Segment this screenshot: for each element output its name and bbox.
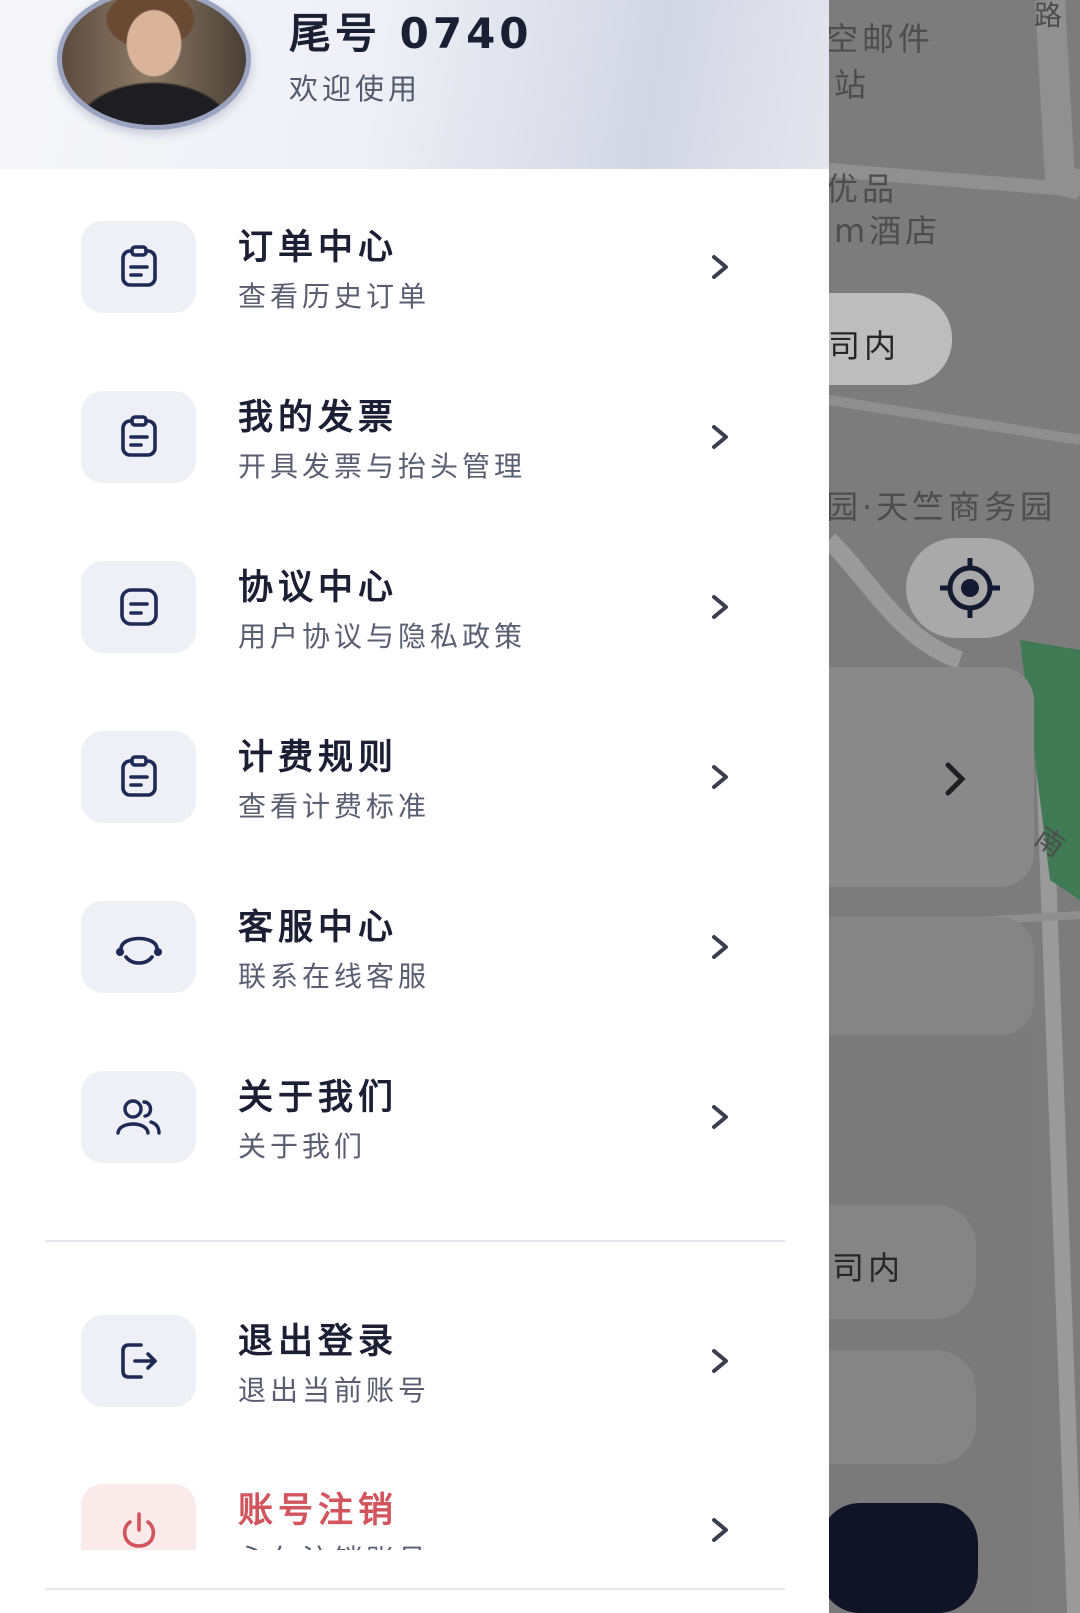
menu-item-logout[interactable]: 退出登录 退出当前账号 (0, 1301, 829, 1421)
menu-item-pricing[interactable]: 计费规则 查看计费标准 (0, 717, 829, 837)
menu-item-orders[interactable]: 订单中心 查看历史订单 (0, 207, 829, 327)
menu-item-desc: 开具发票与抬头管理 (238, 450, 527, 483)
chevron-right-icon (702, 757, 738, 797)
menu-item-title: 客服中心 (238, 908, 399, 948)
power-icon (122, 1512, 155, 1548)
menu-divider (45, 1588, 785, 1590)
menu-item-desc: 联系在线客服 (238, 960, 431, 993)
menu-item-title: 我的发票 (238, 398, 399, 438)
map-label: 站 (834, 66, 871, 104)
welcome-text: 欢迎使用 (289, 72, 422, 106)
menu-item-about[interactable]: 关于我们 关于我们 (0, 1057, 829, 1177)
chevron-right-icon (702, 1510, 738, 1550)
avatar[interactable] (57, 0, 251, 130)
menu-item-title: 计费规则 (238, 738, 399, 778)
logout-icon (120, 1343, 157, 1379)
icon-box (81, 731, 196, 823)
headset-icon (115, 936, 162, 965)
menu-item-title: 协议中心 (238, 568, 399, 608)
menu-item-desc: 用户协议与隐私政策 (238, 620, 527, 653)
chevron-right-icon (702, 587, 738, 627)
icon-box (81, 561, 196, 653)
locate-icon (940, 558, 1000, 618)
chevron-right-icon (702, 1097, 738, 1137)
clipboard-icon (120, 755, 157, 797)
scroll-clip-mask (0, 1550, 829, 1613)
side-drawer: 尾号 0740 欢迎使用 订单中心 查看历史订单 我的发票 开具发票与抬头管理 … (0, 0, 829, 1613)
user-name: 尾号 0740 (289, 9, 533, 58)
locate-button[interactable] (906, 538, 1034, 638)
chevron-right-icon (702, 417, 738, 457)
menu-divider (45, 1240, 785, 1242)
map-label: 园·天竺商务园 (826, 488, 1057, 526)
drawer-header: 尾号 0740 欢迎使用 (0, 0, 829, 169)
users-icon (115, 1099, 161, 1135)
clipboard-icon (120, 415, 157, 457)
menu-item-agreements[interactable]: 协议中心 用户协议与隐私政策 (0, 547, 829, 667)
menu-item-desc: 查看计费标准 (238, 790, 431, 823)
icon-box (81, 391, 196, 483)
map-primary-button[interactable] (820, 1503, 978, 1613)
chevron-right-icon (945, 762, 966, 796)
chevron-right-icon (702, 1341, 738, 1381)
document-icon (119, 588, 158, 626)
menu-item-title: 关于我们 (238, 1078, 399, 1118)
chevron-right-icon (702, 927, 738, 967)
menu-item-desc: 关于我们 (238, 1130, 367, 1163)
icon-box (81, 901, 196, 993)
menu-item-title: 账号注销 (238, 1491, 399, 1531)
map-pill-label: 司内 (828, 327, 901, 365)
map-label: 优品 (826, 170, 899, 208)
map-pill-label: 司内 (832, 1249, 905, 1287)
icon-box (81, 1071, 196, 1163)
menu-item-title: 订单中心 (238, 228, 399, 268)
menu-item-invoice[interactable]: 我的发票 开具发票与抬头管理 (0, 377, 829, 497)
menu-item-desc: 查看历史订单 (238, 280, 431, 313)
icon-box (81, 1315, 196, 1407)
menu-item-desc: 退出当前账号 (238, 1374, 431, 1407)
map-label: 空邮件 (826, 20, 935, 58)
map-label: 路 (1034, 0, 1067, 32)
map-label: m酒店 (834, 212, 942, 250)
chevron-right-icon (702, 247, 738, 287)
menu-item-title: 退出登录 (238, 1322, 399, 1362)
icon-box (81, 221, 196, 313)
clipboard-icon (120, 245, 157, 287)
menu-item-support[interactable]: 客服中心 联系在线客服 (0, 887, 829, 1007)
